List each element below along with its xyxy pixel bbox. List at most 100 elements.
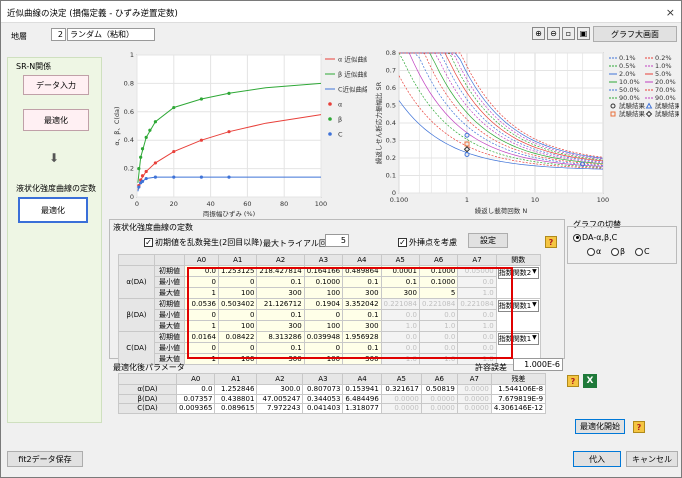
layer-number-field[interactable]: 2 bbox=[51, 28, 66, 41]
param-cell[interactable]: 300 bbox=[256, 320, 305, 332]
param-cell[interactable]: 300 bbox=[342, 353, 382, 365]
param-cell[interactable]: 0.164166 bbox=[303, 265, 344, 277]
param-cell[interactable]: 0.1 bbox=[342, 342, 382, 354]
param-cell[interactable]: 3.352042 bbox=[342, 298, 382, 310]
param-cell[interactable]: 0 bbox=[184, 276, 219, 288]
param-cell[interactable]: 0.1 bbox=[256, 342, 305, 354]
param-cell[interactable]: 1.956928 bbox=[342, 331, 382, 343]
radio-beta-label: β bbox=[620, 247, 626, 256]
legend-label: β 近似曲線 bbox=[338, 70, 367, 79]
down-arrow-icon: ⬇ bbox=[49, 151, 60, 165]
param-cell[interactable]: 0.1 bbox=[256, 276, 305, 288]
function-select[interactable]: 指数関数2 bbox=[497, 267, 539, 279]
legend-label: 90.0% bbox=[619, 94, 640, 102]
copy-icon[interactable]: ▫ bbox=[562, 27, 575, 40]
param-cell[interactable]: 0.1000 bbox=[303, 276, 344, 288]
param-cell[interactable]: 0.08422 bbox=[217, 331, 258, 343]
param-cell[interactable]: 0.1000 bbox=[418, 265, 459, 277]
group-label: C(DA) bbox=[118, 331, 155, 365]
radio-alpha[interactable]: α bbox=[587, 247, 601, 256]
tolerance-input[interactable]: 1.000E-6 bbox=[513, 358, 563, 371]
param-cell[interactable]: 100 bbox=[303, 287, 344, 299]
param-cell[interactable]: 1.253125 bbox=[217, 265, 258, 277]
cancel-button[interactable]: キャンセル bbox=[626, 451, 678, 467]
param-cell[interactable]: 0.1 bbox=[380, 276, 420, 288]
param-cell[interactable]: 100 bbox=[303, 320, 344, 332]
save-image-icon[interactable]: ▣ bbox=[577, 27, 590, 40]
param-cell[interactable]: 300 bbox=[342, 287, 382, 299]
param-cell[interactable]: 0 bbox=[217, 276, 258, 288]
param-cell[interactable]: 0 bbox=[217, 309, 258, 321]
param-cell[interactable]: 0.039948 bbox=[303, 331, 344, 343]
zoom-in-icon[interactable]: ⊕ bbox=[532, 27, 545, 40]
close-icon[interactable]: × bbox=[666, 6, 675, 19]
graph-large-button[interactable]: グラフ大画面 bbox=[593, 26, 677, 42]
param-cell[interactable]: 218.427814 bbox=[256, 265, 305, 277]
param-cell[interactable]: 100 bbox=[217, 353, 258, 365]
param-cell[interactable]: 1 bbox=[184, 320, 219, 332]
settings-button[interactable]: 設定 bbox=[468, 233, 508, 248]
legend-label: C近似曲線 bbox=[338, 85, 367, 94]
param-cell[interactable]: 0 bbox=[217, 342, 258, 354]
param-cell[interactable]: 0.0164 bbox=[184, 331, 219, 343]
param-cell: 1.0 bbox=[380, 320, 420, 332]
help-icon[interactable]: ? bbox=[545, 236, 557, 248]
param-cell[interactable]: 300 bbox=[256, 353, 305, 365]
radio-beta[interactable]: β bbox=[611, 247, 625, 256]
param-cell[interactable]: 100 bbox=[217, 287, 258, 299]
param-table: A0 A1 A2 A3 A4 A5 A6 A7 関数 α(DA) 初期値 0.0 1.253125 218… bbox=[118, 254, 541, 365]
param-cell[interactable]: 100 bbox=[303, 353, 344, 365]
zoom-out-icon[interactable]: ⊖ bbox=[547, 27, 560, 40]
param-cell[interactable]: 1 bbox=[184, 353, 219, 365]
row-label: 初期値 bbox=[154, 298, 185, 310]
data-point bbox=[153, 175, 157, 179]
sr-optimize-button[interactable]: 最適化 bbox=[23, 109, 89, 131]
legend-label: 試験結果 bbox=[655, 101, 679, 110]
help-icon[interactable]: ? bbox=[633, 421, 645, 433]
param-cell[interactable]: 0 bbox=[184, 309, 219, 321]
param-cell[interactable]: 300 bbox=[256, 287, 305, 299]
column-header: 残差 bbox=[490, 373, 547, 385]
radio-da[interactable]: DA-α,β,C bbox=[573, 233, 617, 242]
param-cell[interactable]: 0.1 bbox=[342, 276, 382, 288]
fit2-save-button[interactable]: fit2データ保存 bbox=[7, 451, 83, 467]
param-cell[interactable]: 0.1 bbox=[256, 309, 305, 321]
radio-alpha-label: α bbox=[596, 247, 602, 256]
init-random-checkbox[interactable]: ✓ 初期値を乱数発生(2回目以降) bbox=[144, 237, 262, 248]
param-cell[interactable]: 0 bbox=[303, 342, 344, 354]
param-cell[interactable]: 0.1000 bbox=[418, 276, 459, 288]
param-cell[interactable]: 8.313286 bbox=[256, 331, 305, 343]
param-cell[interactable]: 300 bbox=[380, 287, 420, 299]
apply-button[interactable]: 代入 bbox=[573, 451, 621, 467]
param-cell[interactable]: 0 bbox=[184, 342, 219, 354]
radio-c[interactable]: C bbox=[635, 247, 650, 256]
param-cell[interactable]: 0.503402 bbox=[217, 298, 258, 310]
param-cell[interactable]: 0.0 bbox=[184, 265, 219, 277]
param-cell[interactable]: 1 bbox=[184, 287, 219, 299]
function-select[interactable]: 指数関数1 bbox=[497, 333, 539, 345]
liq-optimize-button[interactable]: 最適化 bbox=[18, 197, 88, 223]
optimize-start-button[interactable]: 最適化開始 bbox=[575, 419, 625, 434]
data-input-button[interactable]: データ入力 bbox=[23, 75, 89, 95]
function-select[interactable]: 指数関数1 bbox=[497, 300, 539, 312]
param-cell[interactable]: 21.126712 bbox=[256, 298, 305, 310]
exclude-outliers-checkbox[interactable]: ✓ 外挿点を考慮 bbox=[398, 237, 457, 248]
y-tick-label: 0.3 bbox=[386, 137, 396, 145]
param-cell[interactable]: 0.1904 bbox=[303, 298, 344, 310]
param-cell: 0.0 bbox=[418, 309, 459, 321]
max-trial-input[interactable]: 5 bbox=[325, 234, 349, 247]
y-tick-label: 0.7 bbox=[386, 67, 396, 75]
row-label: 最小値 bbox=[154, 276, 185, 288]
param-cell[interactable]: 0.489864 bbox=[342, 265, 382, 277]
layer-name-field[interactable]: ランダム（粘和） bbox=[67, 28, 155, 41]
param-cell[interactable]: 0 bbox=[303, 309, 344, 321]
column-header: 関数 bbox=[495, 254, 541, 266]
param-cell[interactable]: 300 bbox=[342, 320, 382, 332]
param-cell[interactable]: 5 bbox=[418, 287, 459, 299]
param-cell[interactable]: 0.1 bbox=[342, 309, 382, 321]
param-cell[interactable]: 100 bbox=[217, 320, 258, 332]
excel-export-icon[interactable]: X bbox=[583, 374, 597, 388]
help-icon[interactable]: ? bbox=[567, 375, 579, 387]
param-cell[interactable]: 0.0001 bbox=[380, 265, 420, 277]
param-cell[interactable]: 0.0536 bbox=[184, 298, 219, 310]
